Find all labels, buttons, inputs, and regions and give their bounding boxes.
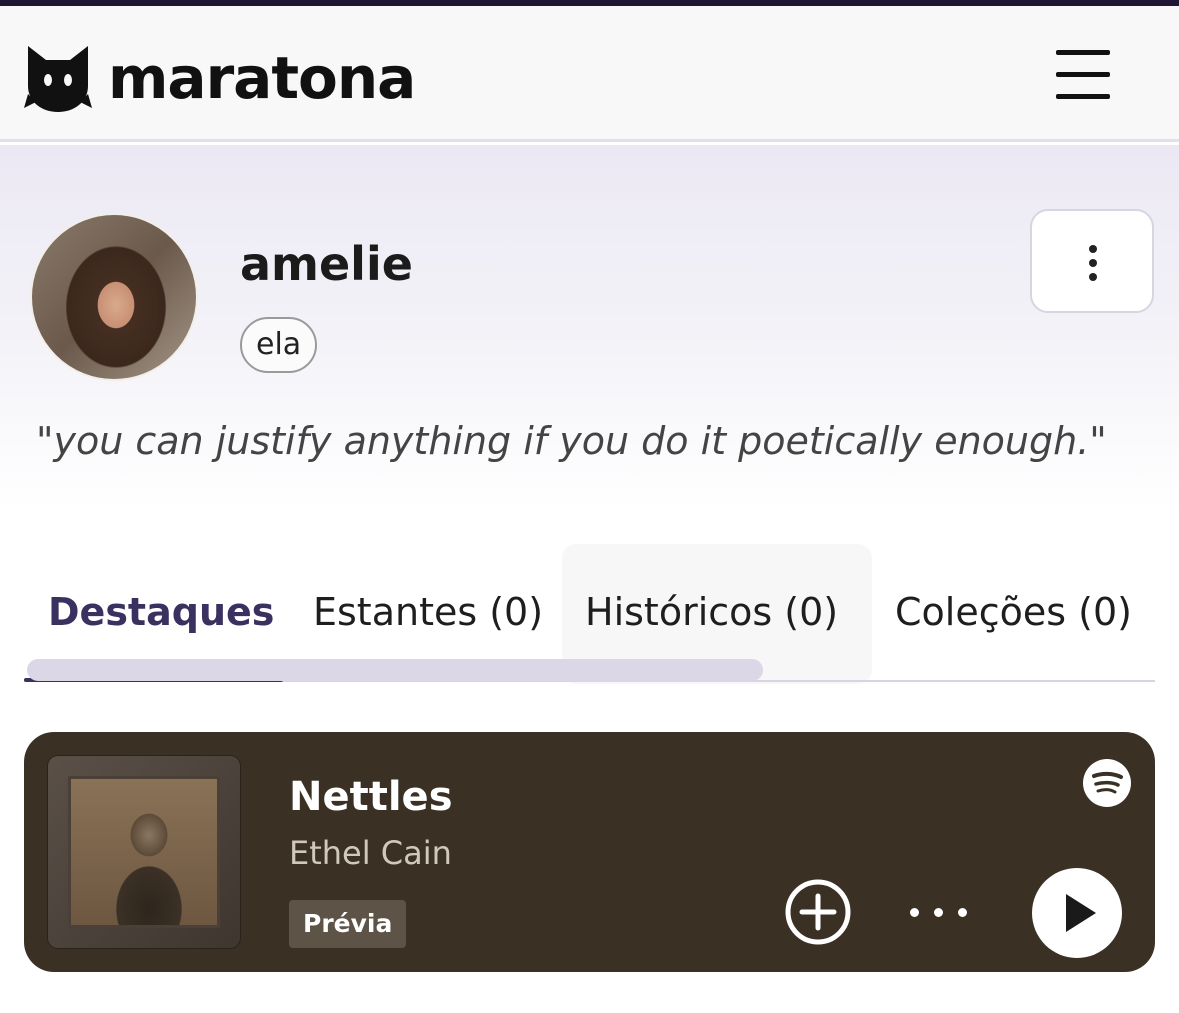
tab-estantes[interactable]: Estantes (0) [313, 590, 543, 634]
logo[interactable]: maratona [22, 42, 416, 114]
plus-circle-icon[interactable] [784, 878, 852, 946]
logo-text: maratona [108, 44, 416, 112]
preview-badge: Prévia [289, 900, 407, 948]
avatar [30, 213, 198, 381]
track-title: Nettles [289, 774, 453, 820]
play-button[interactable] [1032, 868, 1122, 958]
profile-section: amelie ela "you can justify anything if … [0, 145, 1179, 510]
profile-tabs: Destaques Estantes (0) Históricos (0) Co… [24, 544, 1155, 684]
play-icon [1066, 894, 1096, 932]
username: amelie [240, 237, 413, 291]
spotify-icon[interactable] [1082, 758, 1132, 808]
profile-options-button[interactable] [1030, 209, 1154, 313]
tab-historicos[interactable]: Históricos (0) [585, 590, 838, 634]
featured-track-card[interactable]: Nettles Ethel Cain Prévia [24, 732, 1155, 972]
album-cover [48, 756, 240, 948]
tabs-scrollbar[interactable] [27, 659, 763, 681]
app-header: maratona [0, 6, 1179, 142]
tab-colecoes[interactable]: Coleções (0) [895, 590, 1132, 634]
profile-bio: "you can justify anything if you do it p… [36, 419, 1107, 463]
pronoun-badge: ela [240, 317, 318, 373]
tab-destaques[interactable]: Destaques [48, 590, 274, 634]
hamburger-menu-icon[interactable] [1052, 48, 1112, 104]
cat-logo-icon [24, 46, 92, 112]
track-artist: Ethel Cain [289, 834, 452, 872]
ellipsis-icon[interactable] [904, 896, 974, 928]
